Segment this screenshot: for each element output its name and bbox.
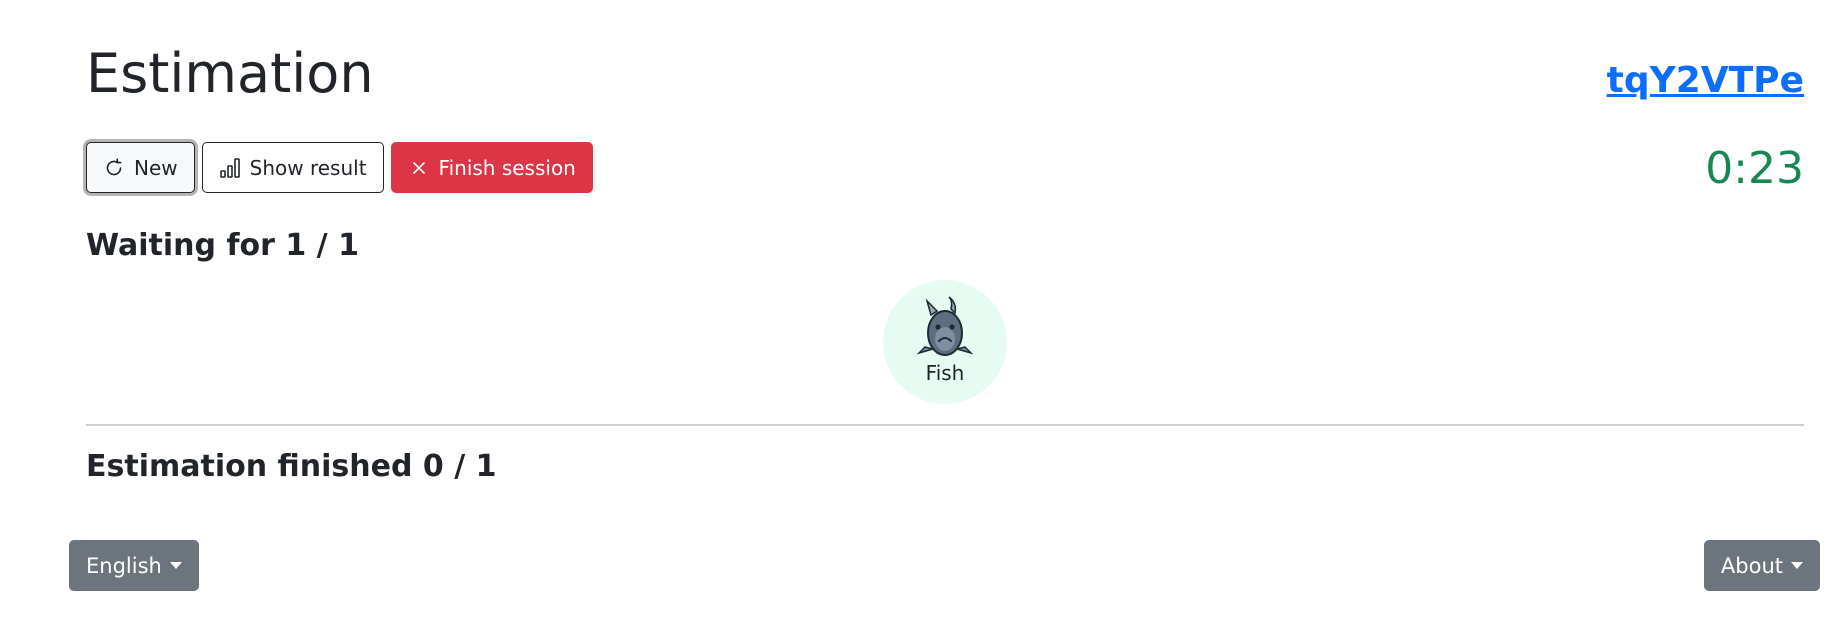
refresh-icon [103, 157, 125, 179]
section-divider [86, 424, 1804, 426]
session-timer: 0:23 [1705, 143, 1804, 194]
participant-name: Fish [925, 361, 965, 385]
chevron-down-icon [169, 562, 182, 569]
about-dropdown-label: About [1720, 553, 1783, 578]
show-result-button[interactable]: Show result [201, 142, 384, 193]
new-button-label: New [134, 155, 178, 180]
chevron-down-icon [1791, 562, 1803, 569]
language-dropdown-label: English [86, 553, 162, 578]
fish-avatar-icon [916, 295, 974, 359]
close-icon [408, 157, 430, 179]
show-result-button-label: Show result [249, 155, 367, 180]
bar-chart-icon [219, 157, 241, 179]
participant-card: Fish [883, 280, 1007, 404]
language-dropdown[interactable]: English [69, 540, 199, 591]
waiting-heading: Waiting for 1 / 1 [86, 228, 359, 263]
about-dropdown[interactable]: About [1703, 540, 1820, 591]
new-button[interactable]: New [86, 142, 195, 193]
page-title: Estimation [86, 42, 374, 105]
finish-session-button[interactable]: Finish session [390, 142, 593, 193]
session-code-link[interactable]: tqY2VTPe [1607, 60, 1804, 101]
finished-heading: Estimation finished 0 / 1 [86, 449, 497, 484]
finish-session-button-label: Finish session [438, 155, 576, 180]
toolbar: New Show result Finish session [86, 142, 593, 193]
